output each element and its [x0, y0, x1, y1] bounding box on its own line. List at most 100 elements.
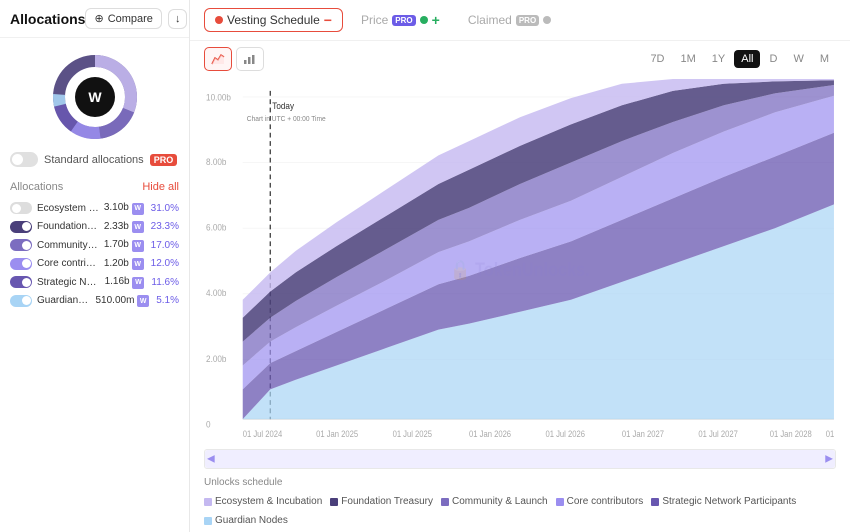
time-w[interactable]: W [786, 50, 810, 68]
alloc-amount-5: 510.00m W [96, 295, 150, 308]
tab-price[interactable]: Price PRO + [351, 9, 450, 31]
toggle-label: Standard allocations [44, 154, 144, 166]
time-all[interactable]: All [734, 50, 760, 68]
chart-legend: Unlocks schedule Ecosystem & IncubationF… [190, 473, 850, 532]
donut-chart: W [0, 38, 189, 152]
svg-text:0: 0 [206, 419, 211, 430]
time-1m[interactable]: 1M [674, 50, 703, 68]
alloc-item: Strategic Net...1.16b W11.6% [10, 273, 179, 292]
standard-allocations-toggle[interactable] [10, 152, 38, 167]
donut-svg: W [50, 52, 140, 142]
alloc-item: Ecosystem & ...3.10b W31.0% [10, 199, 179, 218]
alloc-toggle-3[interactable] [10, 258, 32, 270]
tab-vesting-schedule[interactable]: Vesting Schedule − [204, 8, 343, 32]
time-range-buttons: 7D 1M 1Y All D W M [643, 50, 836, 68]
legend-item-4: Strategic Network Participants [651, 496, 796, 507]
chart-area: 10.00b 8.00b 6.00b 4.00b 2.00b 0 01 Jul … [190, 71, 850, 449]
alloc-pct-1: 23.3% [151, 221, 179, 232]
scrollbar-right-arrow[interactable]: ▶ [825, 454, 833, 465]
alloc-pct-2: 17.0% [151, 240, 179, 251]
svg-text:2.00b: 2.00b [206, 353, 226, 364]
legend-dot-0 [204, 498, 212, 506]
vesting-minus-icon: − [324, 13, 332, 27]
alloc-pct-3: 12.0% [151, 258, 179, 269]
chart-scrollbar[interactable]: ◀ ▶ [204, 449, 836, 469]
sidebar-title: Allocations [10, 11, 85, 27]
vesting-dot [215, 16, 223, 24]
tab-claimed[interactable]: Claimed PRO [458, 9, 561, 31]
app-container: Allocations ⊕ Compare ↓ [0, 0, 850, 532]
allocations-section: Allocations Hide all Ecosystem & ... 3.10… [0, 175, 189, 314]
top-nav: Vesting Schedule − Price PRO + Claimed P… [190, 0, 850, 41]
svg-text:01 Jan 2027: 01 Jan 2027 [622, 428, 664, 439]
w-badge: W [132, 277, 144, 289]
pro-badge: PRO [150, 154, 178, 166]
alloc-toggle-2[interactable] [10, 239, 32, 251]
legend-item-5: Guardian Nodes [204, 515, 288, 526]
legend-label-1: Foundation Treasury [341, 496, 433, 507]
compare-icon: ⊕ [94, 12, 103, 25]
compare-button[interactable]: ⊕ Compare [85, 8, 161, 29]
download-button[interactable]: ↓ [168, 9, 188, 29]
price-plus-icon: + [432, 13, 440, 27]
w-badge: W [132, 258, 144, 270]
alloc-pct-4: 11.6% [151, 277, 179, 288]
time-d[interactable]: D [762, 50, 784, 68]
time-1y[interactable]: 1Y [705, 50, 732, 68]
sidebar: Allocations ⊕ Compare ↓ [0, 0, 190, 532]
alloc-pct-5: 5.1% [156, 295, 179, 306]
allocations-section-title: Allocations [10, 181, 63, 193]
alloc-amount-1: 2.33b W [104, 221, 144, 234]
legend-item-2: Community & Launch [441, 496, 548, 507]
legend-dot-4 [651, 498, 659, 506]
legend-item-1: Foundation Treasury [330, 496, 433, 507]
hide-all-button[interactable]: Hide all [142, 181, 179, 193]
claimed-dot [543, 16, 551, 24]
alloc-name-0: Ecosystem & ... [37, 203, 99, 214]
claimed-pro-badge: PRO [516, 15, 539, 26]
allocations-list: Ecosystem & ...3.10b W31.0%Foundation Tr… [10, 199, 179, 310]
svg-text:01 Jan 2028: 01 Jan 2028 [770, 428, 812, 439]
download-icon: ↓ [175, 13, 181, 25]
svg-text:01 Jul 2025: 01 Jul 2025 [393, 428, 433, 439]
svg-text:Chart in UTC + 00:00 Time: Chart in UTC + 00:00 Time [247, 113, 326, 123]
alloc-item: Core contribu...1.20b W12.0% [10, 255, 179, 274]
alloc-toggle-5[interactable] [10, 295, 32, 307]
area-chart-button[interactable] [204, 47, 232, 71]
legend-dot-2 [441, 498, 449, 506]
alloc-name-5: Guardian Nod... [37, 295, 91, 306]
w-badge: W [132, 221, 144, 233]
svg-text:6.00b: 6.00b [206, 222, 226, 233]
alloc-amount-0: 3.10b W [104, 202, 144, 215]
w-badge: W [137, 295, 149, 307]
scrollbar-left-arrow[interactable]: ◀ [207, 454, 215, 465]
legend-label-5: Guardian Nodes [215, 515, 288, 526]
main-content: Vesting Schedule − Price PRO + Claimed P… [190, 0, 850, 532]
alloc-toggle-1[interactable] [10, 221, 32, 233]
legend-label-4: Strategic Network Participants [662, 496, 796, 507]
legend-label-3: Core contributors [567, 496, 644, 507]
legend-item-3: Core contributors [556, 496, 644, 507]
legend-header: Unlocks schedule [204, 477, 282, 488]
legend-dot-1 [330, 498, 338, 506]
bar-chart-button[interactable] [236, 47, 264, 71]
alloc-name-3: Core contribu... [37, 258, 99, 269]
alloc-toggle-0[interactable] [10, 202, 32, 214]
w-badge: W [132, 240, 144, 252]
svg-text:🔒 TokenUnlocks.: 🔒 TokenUnlocks. [450, 259, 590, 281]
svg-text:01 Jul 2024: 01 Jul 2024 [243, 428, 283, 439]
scrollbar-handle[interactable] [205, 450, 835, 468]
alloc-name-2: Community & ... [37, 240, 99, 251]
time-m[interactable]: M [813, 50, 836, 68]
svg-text:W: W [88, 89, 102, 105]
svg-text:01 Jan 2026: 01 Jan 2026 [469, 428, 511, 439]
svg-text:01 Jul 20: 01 Jul 20 [826, 428, 836, 439]
time-7d[interactable]: 7D [643, 50, 671, 68]
price-pro-badge: PRO [392, 15, 415, 26]
svg-text:01 Jan 2025: 01 Jan 2025 [316, 428, 358, 439]
alloc-toggle-4[interactable] [10, 276, 32, 288]
alloc-name-1: Foundation Tr... [37, 221, 99, 232]
alloc-amount-2: 1.70b W [104, 239, 144, 252]
w-badge: W [132, 203, 144, 215]
svg-text:01 Jul 2027: 01 Jul 2027 [698, 428, 738, 439]
